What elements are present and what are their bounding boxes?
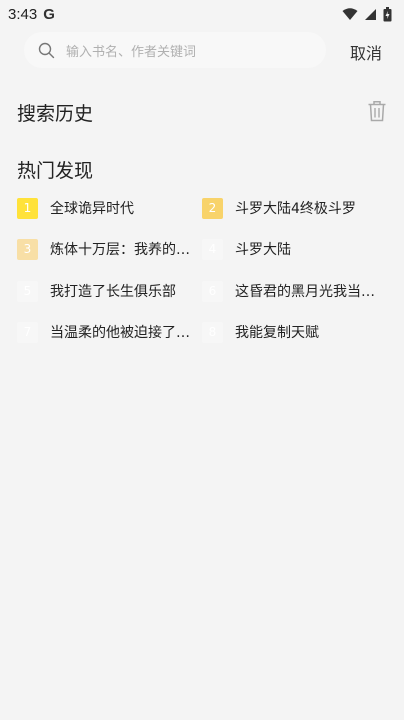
status-time: 3:43: [8, 5, 38, 23]
search-history-title: 搜索历史: [17, 103, 94, 125]
rank-badge: 7: [17, 321, 38, 343]
battery-icon: [383, 6, 392, 21]
google-icon: G: [43, 5, 55, 23]
status-bar: 3:43 G: [0, 0, 404, 28]
search-icon: [36, 40, 56, 60]
hot-item[interactable]: 7 当温柔的他被迫接了…: [17, 320, 192, 344]
search-input[interactable]: 输入书名、作者关键词: [24, 32, 326, 68]
hot-item-title: 斗罗大陆4终极斗罗: [235, 201, 356, 217]
hot-item-title: 全球诡异时代: [50, 201, 134, 217]
rank-badge: 6: [202, 280, 223, 302]
rank-badge: 1: [17, 197, 38, 219]
status-icons: [342, 6, 392, 22]
signal-icon: [365, 8, 376, 20]
wifi-icon: [342, 7, 358, 20]
hot-item-title: 炼体十万层：我养的…: [50, 242, 190, 258]
search-row: 输入书名、作者关键词 取消: [0, 28, 404, 72]
hot-item-title: 这昏君的黑月光我当…: [235, 284, 375, 300]
hot-discover-title: 热门发现: [17, 160, 94, 182]
hot-item[interactable]: 2 斗罗大陆4终极斗罗: [202, 196, 377, 220]
rank-badge: 2: [202, 197, 223, 219]
hot-item[interactable]: 1 全球诡异时代: [17, 196, 192, 220]
hot-item[interactable]: 4 斗罗大陆: [202, 237, 377, 261]
hot-item[interactable]: 6 这昏君的黑月光我当…: [202, 279, 377, 303]
hot-item-title: 我能复制天赋: [235, 325, 319, 341]
cancel-button[interactable]: 取消: [350, 40, 382, 64]
rank-badge: 8: [202, 321, 223, 343]
hot-item-title: 斗罗大陆: [235, 242, 291, 258]
trash-icon[interactable]: [367, 100, 387, 122]
search-placeholder: 输入书名、作者关键词: [66, 44, 197, 60]
hot-item-title: 当温柔的他被迫接了…: [50, 325, 190, 341]
rank-badge: 5: [17, 280, 38, 302]
hot-item[interactable]: 8 我能复制天赋: [202, 320, 377, 344]
rank-badge: 4: [202, 238, 223, 260]
rank-badge: 3: [17, 238, 38, 260]
hot-item[interactable]: 3 炼体十万层：我养的…: [17, 237, 192, 261]
hot-item-title: 我打造了长生俱乐部: [50, 284, 176, 300]
hot-item[interactable]: 5 我打造了长生俱乐部: [17, 279, 192, 303]
